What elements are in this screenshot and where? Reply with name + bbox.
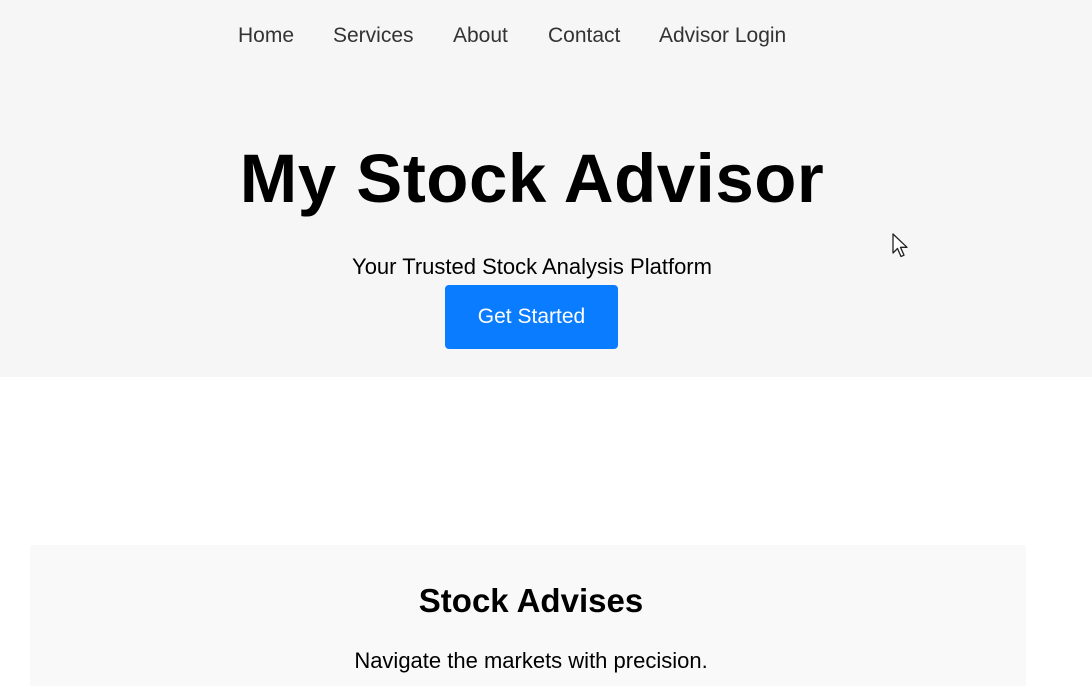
stock-advises-card: Stock Advises Navigate the markets with … (30, 545, 1026, 686)
nav-services-link[interactable]: Services (333, 22, 414, 50)
hero-title: My Stock Advisor (239, 140, 825, 217)
mouse-pointer-icon (892, 233, 908, 258)
stock-advises-description: Navigate the markets with precision. (354, 648, 708, 673)
nav-about-link[interactable]: About (453, 22, 508, 50)
page: Home Services About Contact Advisor Logi… (0, 0, 1092, 686)
nav-contact-link[interactable]: Contact (548, 22, 620, 50)
get-started-button[interactable]: Get Started (445, 285, 618, 349)
stock-advises-title: Stock Advises (418, 582, 644, 619)
main-nav: Home Services About Contact Advisor Logi… (0, 22, 1092, 52)
nav-advisor-login-link[interactable]: Advisor Login (659, 22, 786, 50)
hero-section: Home Services About Contact Advisor Logi… (0, 0, 1092, 377)
nav-home-link[interactable]: Home (238, 22, 294, 50)
